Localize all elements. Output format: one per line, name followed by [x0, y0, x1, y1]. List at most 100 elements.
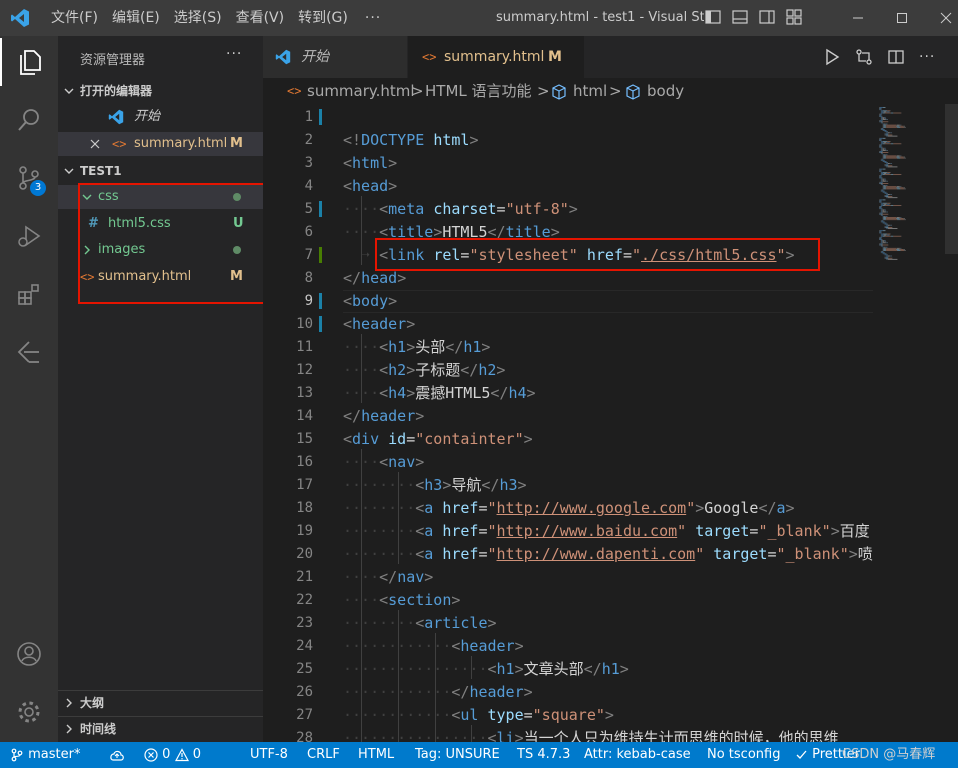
- minimap[interactable]: [875, 104, 945, 264]
- menu-file[interactable]: 文件(F): [44, 0, 105, 36]
- cloud-upload-icon[interactable]: [108, 742, 126, 768]
- toggle-secondary-sidebar-icon[interactable]: [758, 8, 776, 26]
- language-item[interactable]: HTML: [358, 742, 394, 768]
- line-number: 26: [296, 684, 313, 700]
- menu-selection[interactable]: 选择(S): [167, 0, 229, 36]
- vertical-scrollbar[interactable]: [945, 104, 958, 742]
- code-line[interactable]: ················<h1>文章头部</h1>: [343, 658, 629, 681]
- tsconfig-item[interactable]: No tsconfig: [707, 742, 780, 768]
- settings-gear-icon[interactable]: [0, 688, 58, 736]
- code-line[interactable]: ········<a href="http://www.dapenti.com"…: [343, 543, 873, 566]
- tag-item[interactable]: Tag: UNSURE: [415, 742, 500, 768]
- ts-version-item[interactable]: TS 4.7.3: [517, 742, 570, 768]
- breadcrumb-section[interactable]: HTML 语言功能: [425, 78, 532, 104]
- code-token: >: [848, 545, 858, 563]
- code-token: ················: [343, 729, 488, 742]
- account-icon[interactable]: [0, 630, 58, 678]
- split-editor-icon[interactable]: [887, 48, 905, 66]
- breadcrumb-element[interactable]: html: [573, 78, 607, 104]
- code-line[interactable]: ········<a href="http://www.baidu.com" t…: [343, 520, 870, 543]
- menu-go[interactable]: 转到(G): [291, 0, 355, 36]
- code-token: ········: [343, 499, 416, 517]
- workspace-section[interactable]: TEST1: [58, 159, 263, 183]
- close-icon[interactable]: [924, 0, 958, 36]
- code-token: 导航: [451, 476, 482, 494]
- minimize-icon[interactable]: [836, 0, 880, 36]
- code-line[interactable]: <html>: [343, 152, 397, 175]
- minimap-token: [879, 144, 882, 146]
- compare-changes-icon[interactable]: [855, 48, 873, 66]
- minimap-token: [883, 172, 887, 173]
- extensions-icon[interactable]: [0, 270, 58, 318]
- open-editor-item-summary[interactable]: <> summary.html M: [58, 132, 263, 156]
- close-icon[interactable]: [90, 139, 100, 149]
- code-line[interactable]: <body>: [343, 290, 397, 313]
- menu-view[interactable]: 查看(V): [229, 0, 292, 36]
- minimap-token: [896, 187, 900, 189]
- explorer-icon[interactable]: [0, 38, 58, 86]
- breadcrumb-element[interactable]: body: [647, 78, 684, 104]
- code-line[interactable]: <div id="containter">: [343, 428, 533, 451]
- timeline-section[interactable]: 时间线: [58, 716, 263, 740]
- code-token: </: [451, 683, 470, 701]
- code-line[interactable]: ····<h1>头部</h1>: [343, 336, 490, 359]
- code-line[interactable]: ············</header>: [343, 681, 533, 704]
- code-token: ············: [343, 683, 452, 701]
- tab-summary-html[interactable]: <> summary.html M: [408, 36, 584, 78]
- code-line[interactable]: ····<h2>子标题</h2>: [343, 359, 505, 382]
- code-line[interactable]: ····<section>: [343, 589, 460, 612]
- code-line[interactable]: <!DOCTYPE html>: [343, 129, 478, 152]
- tab-start[interactable]: 开始: [263, 36, 407, 78]
- attr-item[interactable]: Attr: kebab-case: [584, 742, 691, 768]
- code-line[interactable]: ····<nav>: [343, 451, 424, 474]
- run-icon[interactable]: [823, 48, 841, 66]
- open-editors-section[interactable]: 打开的编辑器: [58, 79, 263, 103]
- code-line[interactable]: ····<meta charset="utf-8">: [343, 198, 578, 221]
- code-area[interactable]: <!DOCTYPE html> <html> <head> ····<meta cha…: [343, 104, 873, 742]
- code-line[interactable]: ········<h3>导航</h3>: [343, 474, 527, 497]
- breadcrumb-file[interactable]: summary.html: [307, 78, 415, 104]
- minimap-token: [882, 117, 884, 118]
- line-number: 1: [304, 109, 313, 125]
- minimap-token: [884, 154, 886, 156]
- menu-edit[interactable]: 编辑(E): [105, 0, 167, 36]
- eol-item[interactable]: CRLF: [307, 742, 340, 768]
- code-editor[interactable]: 1 2 3 4 5 6 7 8 9 10 11 12 13 14 15 16 17 18 19 20 21 22 23 24 2…: [263, 104, 958, 742]
- toggle-panel-icon[interactable]: [731, 8, 749, 26]
- explorer-more-icon[interactable]: ···: [226, 46, 242, 62]
- minimap-token: [885, 123, 887, 125]
- code-line[interactable]: ····</nav>: [343, 566, 433, 589]
- customize-layout-icon[interactable]: [785, 8, 803, 26]
- minimap-token: [900, 250, 905, 251]
- branch-item[interactable]: master*: [10, 742, 80, 768]
- minimap-token: [884, 179, 886, 181]
- minimap-token: [885, 150, 887, 151]
- more-actions-icon[interactable]: ···: [919, 48, 937, 66]
- search-icon[interactable]: [0, 96, 58, 144]
- git-graph-icon[interactable]: [0, 328, 58, 376]
- code-line[interactable]: ················<li>当一个人只为维持生计而思维的时候，他的思…: [343, 727, 839, 742]
- run-debug-icon[interactable]: [0, 212, 58, 260]
- problems-item[interactable]: 0 0: [144, 742, 201, 768]
- source-control-icon[interactable]: 3: [0, 154, 58, 202]
- code-line[interactable]: ············<ul type="square">: [343, 704, 614, 727]
- toggle-sidebar-icon[interactable]: [704, 8, 722, 26]
- minimap-token: [883, 143, 885, 145]
- encoding-item[interactable]: UTF-8: [250, 742, 288, 768]
- maximize-icon[interactable]: [880, 0, 924, 36]
- menu-more-icon[interactable]: ···: [355, 0, 391, 36]
- outline-section[interactable]: 大纲: [58, 690, 263, 714]
- code-line[interactable]: <head>: [343, 175, 397, 198]
- code-line[interactable]: ········<a href="http://www.google.com">…: [343, 497, 795, 520]
- minimap-token: [899, 217, 901, 218]
- code-line[interactable]: ····<h4>震撼HTML5</h4>: [343, 382, 536, 405]
- code-line[interactable]: ············<header>: [343, 635, 524, 658]
- scrollbar-thumb[interactable]: [945, 104, 958, 254]
- open-editor-item-start[interactable]: 开始: [58, 105, 263, 129]
- code-line[interactable]: ········<article>: [343, 612, 497, 635]
- code-line[interactable]: <header>: [343, 313, 415, 336]
- minimap-token: [886, 119, 888, 120]
- line-number: 19: [296, 523, 313, 539]
- minimap-token: [886, 217, 897, 218]
- code-line[interactable]: </header>: [343, 405, 424, 428]
